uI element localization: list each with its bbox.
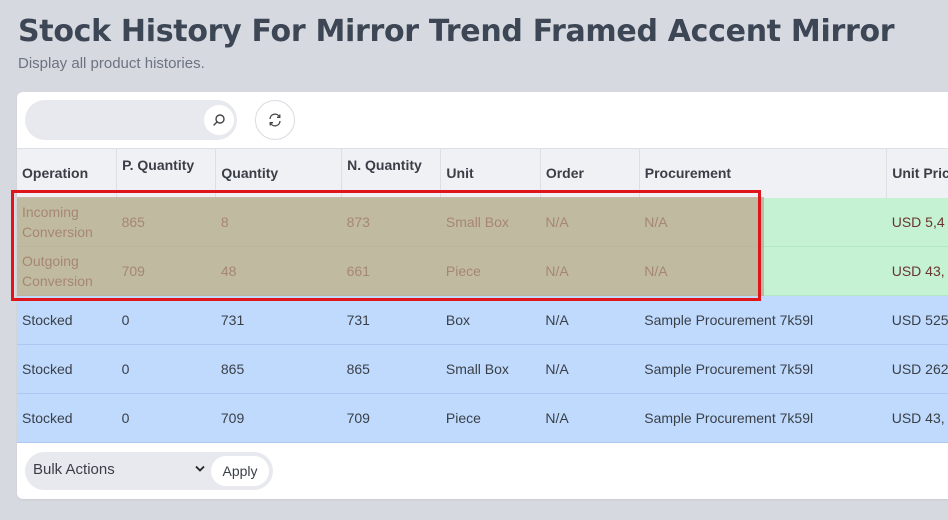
cell-unit: Piece — [440, 393, 541, 443]
cell-unit: Small Box — [440, 197, 541, 247]
table-row[interactable]: Incoming Conversion 865 8 873 Small Box … — [17, 197, 948, 247]
cell-p-quantity: 865 — [116, 197, 216, 247]
cell-procurement: Sample Procurement 7k59l — [639, 393, 887, 443]
cell-n-quantity: 709 — [341, 393, 441, 443]
cell-procurement: N/A — [639, 246, 887, 296]
column-header-p-quantity[interactable]: P. Quantity — [116, 148, 217, 198]
cell-quantity: 709 — [215, 393, 342, 443]
cell-procurement: N/A — [639, 197, 887, 247]
page-subtitle: Display all product histories. — [18, 55, 205, 72]
cell-unit: Box — [440, 295, 541, 345]
cell-p-quantity: 0 — [116, 295, 216, 345]
apply-button[interactable]: Apply — [211, 456, 269, 486]
column-header-operation[interactable]: Operation — [17, 148, 118, 198]
page-title: Stock History For Mirror Trend Framed Ac… — [18, 14, 895, 49]
bulk-actions-bar: Bulk Actions Apply — [25, 452, 273, 490]
cell-procurement: Sample Procurement 7k59l — [639, 344, 887, 394]
cell-p-quantity: 0 — [116, 344, 216, 394]
cell-quantity: 865 — [215, 344, 342, 394]
chevron-down-icon[interactable] — [195, 465, 205, 473]
cell-unit: Small Box — [440, 344, 541, 394]
table-row[interactable]: Stocked 0 865 865 Small Box N/A Sample P… — [17, 344, 948, 394]
table-row[interactable]: Stocked 0 709 709 Piece N/A Sample Procu… — [17, 393, 948, 443]
column-header-quantity[interactable]: Quantity — [215, 148, 343, 198]
refresh-button[interactable] — [255, 100, 295, 140]
cell-order: N/A — [540, 295, 640, 345]
cell-order: N/A — [540, 393, 640, 443]
search-button[interactable] — [204, 105, 234, 135]
history-card: Operation P. Quantity Quantity N. Quanti… — [17, 92, 948, 499]
cell-p-quantity: 709 — [116, 246, 216, 296]
cell-unit: Piece — [440, 246, 541, 296]
cell-quantity: 48 — [215, 246, 342, 296]
search-icon — [213, 114, 225, 126]
cell-n-quantity: 873 — [341, 197, 441, 247]
cell-n-quantity: 731 — [341, 295, 441, 345]
cell-unit-price: USD 43, — [886, 246, 948, 296]
search-input[interactable] — [25, 100, 237, 140]
table-header-row: Operation P. Quantity Quantity N. Quanti… — [17, 148, 948, 198]
cell-unit-price: USD 43, — [886, 393, 948, 443]
cell-operation: Incoming Conversion — [17, 197, 117, 247]
cell-unit-price: USD 262 — [886, 344, 948, 394]
cell-n-quantity: 661 — [341, 246, 441, 296]
table-row[interactable]: Outgoing Conversion 709 48 661 Piece N/A… — [17, 246, 948, 296]
column-header-unit[interactable]: Unit — [440, 148, 541, 198]
bulk-actions-select[interactable]: Bulk Actions — [33, 461, 115, 478]
cell-procurement: Sample Procurement 7k59l — [639, 295, 887, 345]
cell-quantity: 8 — [215, 197, 342, 247]
cell-operation: Outgoing Conversion — [17, 246, 117, 296]
cell-operation: Stocked — [17, 344, 117, 394]
cell-quantity: 731 — [215, 295, 342, 345]
column-header-n-quantity[interactable]: N. Quantity — [341, 148, 442, 198]
column-header-unit-price[interactable]: Unit Price — [886, 148, 948, 198]
column-header-procurement[interactable]: Procurement — [639, 148, 888, 198]
column-header-order[interactable]: Order — [540, 148, 640, 198]
cell-n-quantity: 865 — [341, 344, 441, 394]
cell-operation: Stocked — [17, 295, 117, 345]
cell-order: N/A — [540, 197, 640, 247]
cell-order: N/A — [540, 344, 640, 394]
cell-operation: Stocked — [17, 393, 117, 443]
cell-p-quantity: 0 — [116, 393, 216, 443]
cell-unit-price: USD 5,4 — [886, 197, 948, 247]
cell-unit-price: USD 525 — [886, 295, 948, 345]
table-row[interactable]: Stocked 0 731 731 Box N/A Sample Procure… — [17, 295, 948, 345]
refresh-icon — [269, 113, 281, 127]
stock-history-table: Operation P. Quantity Quantity N. Quanti… — [17, 148, 948, 443]
cell-order: N/A — [540, 246, 640, 296]
